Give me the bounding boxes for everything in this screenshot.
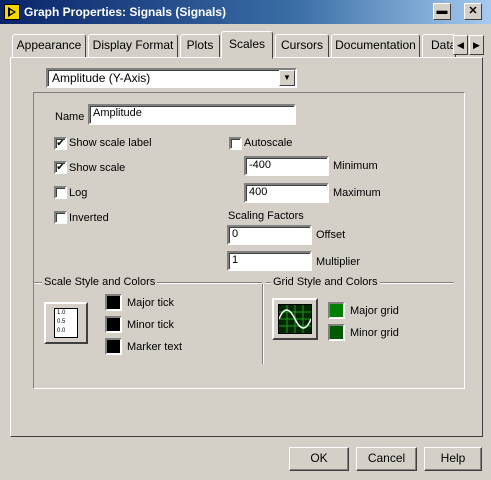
multiplier-input[interactable]: 1 — [227, 251, 312, 271]
show-scale-text: Show scale — [69, 162, 126, 174]
minimum-input[interactable]: -400 — [244, 156, 329, 176]
window-title: Graph Properties: Signals (Signals) — [24, 5, 227, 19]
tab-appearance[interactable]: Appearance — [12, 34, 86, 58]
grid-style-icon — [278, 304, 312, 334]
log-checkbox[interactable] — [54, 186, 67, 199]
major-tick-color-swatch[interactable] — [105, 294, 122, 311]
scaling-factors-title: Scaling Factors — [228, 210, 304, 222]
maximum-label: Maximum — [333, 187, 381, 199]
log-text: Log — [69, 187, 88, 199]
chevron-down-icon[interactable]: ▼ — [279, 70, 295, 86]
scale-selector-value: Amplitude (Y-Axis) — [52, 71, 151, 85]
frame-divider — [262, 284, 264, 364]
scale-selector-dropdown[interactable]: Amplitude (Y-Axis) ▼ — [46, 68, 297, 88]
tab-scales[interactable]: Scales — [221, 31, 273, 59]
offset-input[interactable]: 0 — [227, 225, 312, 245]
autoscale-checkbox[interactable] — [229, 137, 242, 150]
grid-style-button[interactable] — [272, 298, 318, 340]
labview-app-icon — [4, 4, 20, 20]
minimum-label: Minimum — [333, 160, 378, 172]
minor-grid-color-swatch[interactable] — [328, 324, 345, 341]
minimize-button[interactable]: ▬ — [433, 3, 451, 20]
tab-scroll-right-icon[interactable]: ▶ — [469, 35, 484, 55]
inverted-text: Inverted — [69, 212, 109, 224]
maximum-input[interactable]: 400 — [244, 183, 329, 203]
marker-text-color-swatch[interactable] — [105, 338, 122, 355]
help-button[interactable]: Help — [424, 447, 482, 471]
marker-text-label: Marker text — [127, 341, 183, 353]
close-button[interactable]: ✕ — [464, 3, 482, 20]
tab-documentation[interactable]: Documentation — [331, 34, 420, 58]
tab-plots[interactable]: Plots — [180, 34, 220, 58]
scale-icon-tick-1: 1.0 — [57, 310, 66, 316]
tab-data[interactable]: Data — [422, 34, 456, 58]
tab-display-format[interactable]: Display Format — [88, 34, 178, 58]
minor-tick-color-swatch[interactable] — [105, 316, 122, 333]
name-input[interactable]: Amplitude — [88, 104, 296, 125]
grid-style-title: Grid Style and Colors — [271, 276, 380, 288]
tab-scroll-left-icon[interactable]: ◀ — [453, 35, 468, 55]
scale-style-icon: 1.0 0.5 0.0 — [54, 308, 78, 338]
major-grid-color-swatch[interactable] — [328, 302, 345, 319]
cancel-button[interactable]: Cancel — [356, 447, 417, 471]
scale-icon-tick-2: 0.5 — [57, 319, 66, 325]
show-scale-checkbox[interactable]: ✔ — [54, 161, 67, 174]
minor-tick-label: Minor tick — [127, 319, 175, 331]
name-label: Name — [55, 111, 85, 123]
ok-button[interactable]: OK — [289, 447, 349, 471]
scale-icon-tick-3: 0.0 — [57, 328, 66, 334]
show-scale-label-text: Show scale label — [69, 137, 152, 149]
show-scale-label-checkbox[interactable]: ✔ — [54, 137, 67, 150]
autoscale-text: Autoscale — [244, 137, 293, 149]
tab-cursors[interactable]: Cursors — [275, 34, 329, 58]
major-tick-label: Major tick — [127, 297, 175, 309]
scale-style-button[interactable]: 1.0 0.5 0.0 — [44, 302, 88, 344]
major-grid-label: Major grid — [350, 305, 399, 317]
inverted-checkbox[interactable] — [54, 211, 67, 224]
title-bar: Graph Properties: Signals (Signals) ▬ ✕ — [0, 0, 491, 24]
minor-grid-label: Minor grid — [350, 327, 399, 339]
multiplier-label: Multiplier — [316, 256, 361, 268]
scale-style-title: Scale Style and Colors — [42, 276, 158, 288]
offset-label: Offset — [316, 229, 346, 241]
